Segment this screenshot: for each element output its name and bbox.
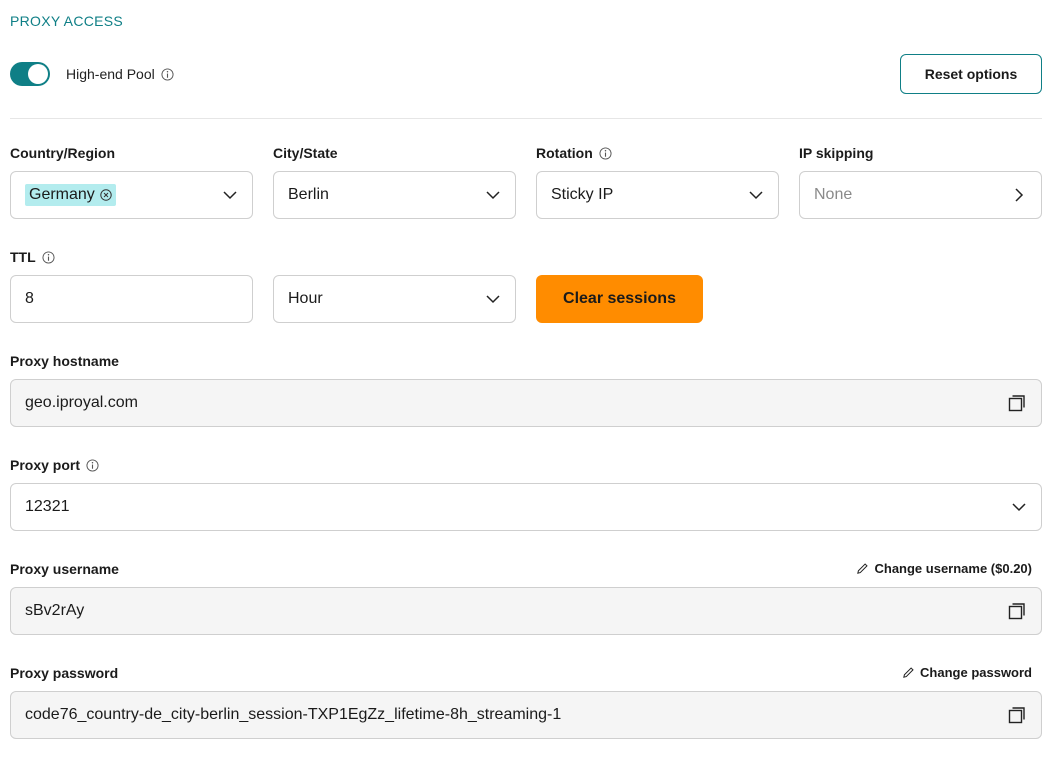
clear-chip-icon[interactable] [100, 189, 112, 201]
copy-icon[interactable] [1007, 393, 1027, 413]
rotation-label: Rotation [536, 145, 612, 161]
proxy-port-label-text: Proxy port [10, 457, 81, 473]
divider [10, 118, 1042, 119]
proxy-port-select[interactable]: 12321 [10, 483, 1042, 531]
high-end-pool-label-group: High-end Pool [66, 66, 174, 82]
ttl-unit-select[interactable]: Hour [273, 275, 516, 323]
ip-skipping-value: None [814, 186, 853, 203]
clear-sessions-button[interactable]: Clear sessions [536, 275, 703, 323]
proxy-password-field[interactable]: code76_country-de_city-berlin_session-TX… [10, 691, 1042, 739]
ttl-input[interactable]: 8 [10, 275, 253, 323]
proxy-hostname-label-text: Proxy hostname [10, 353, 119, 369]
info-icon[interactable] [161, 67, 174, 81]
pencil-icon [903, 667, 914, 678]
info-icon[interactable] [599, 146, 612, 160]
country-chip: Germany [25, 184, 116, 206]
proxy-password-label: Proxy password [10, 665, 118, 681]
proxy-hostname-value: geo.iproyal.com [25, 394, 138, 411]
ip-skipping-select[interactable]: None [799, 171, 1042, 219]
info-icon[interactable] [42, 250, 55, 264]
change-password-link[interactable]: Change password [902, 665, 1032, 680]
chevron-down-icon [1012, 503, 1026, 512]
city-state-label: City/State [273, 145, 338, 161]
proxy-password-label-text: Proxy password [10, 665, 119, 681]
ttl-label-text: TTL [10, 249, 36, 265]
country-chip-label: Germany [29, 186, 95, 203]
proxy-hostname-label: Proxy hostname [10, 353, 119, 369]
pencil-icon [857, 563, 869, 574]
proxy-port-label: Proxy port [10, 457, 99, 473]
proxy-port-value: 12321 [25, 498, 70, 515]
ttl-value: 8 [25, 290, 34, 307]
proxy-username-label: Proxy username [10, 561, 119, 577]
high-end-pool-toggle[interactable] [10, 62, 50, 86]
proxy-hostname-field[interactable]: geo.iproyal.com [10, 379, 1042, 427]
info-icon[interactable] [86, 458, 99, 472]
proxy-username-field[interactable]: sBv2rAy [10, 587, 1042, 635]
ip-skipping-label: IP skipping [799, 145, 873, 161]
city-value: Berlin [288, 186, 329, 203]
copy-icon[interactable] [1007, 705, 1027, 725]
ttl-unit-value: Hour [288, 290, 323, 307]
section-title: PROXY ACCESS [10, 13, 124, 29]
copy-icon[interactable] [1007, 601, 1027, 621]
chevron-down-icon [749, 191, 763, 200]
country-region-label: Country/Region [10, 145, 115, 161]
ttl-label: TTL [10, 249, 55, 265]
rotation-value: Sticky IP [551, 186, 614, 203]
toggle-knob [28, 64, 48, 84]
ip-skipping-label-text: IP skipping [799, 145, 874, 161]
city-state-label-text: City/State [273, 145, 338, 161]
country-region-label-text: Country/Region [10, 145, 115, 161]
country-value-container: Germany [25, 184, 222, 206]
chevron-down-icon [486, 191, 500, 200]
change-username-link[interactable]: Change username ($0.20) [856, 561, 1032, 576]
change-username-label: Change username ($0.20) [874, 561, 1032, 576]
proxy-username-label-text: Proxy username [10, 561, 119, 577]
reset-options-button[interactable]: Reset options [900, 54, 1042, 94]
proxy-username-value: sBv2rAy [25, 602, 85, 619]
chevron-right-icon [1015, 188, 1024, 202]
proxy-password-value: code76_country-de_city-berlin_session-TX… [25, 706, 562, 723]
city-state-select[interactable]: Berlin [273, 171, 516, 219]
rotation-label-text: Rotation [536, 145, 593, 161]
rotation-select[interactable]: Sticky IP [536, 171, 779, 219]
chevron-down-icon [486, 295, 500, 304]
country-region-select[interactable]: Germany [10, 171, 253, 219]
chevron-down-icon [223, 191, 237, 200]
change-password-label: Change password [920, 665, 1032, 680]
high-end-pool-label: High-end Pool [66, 66, 155, 82]
